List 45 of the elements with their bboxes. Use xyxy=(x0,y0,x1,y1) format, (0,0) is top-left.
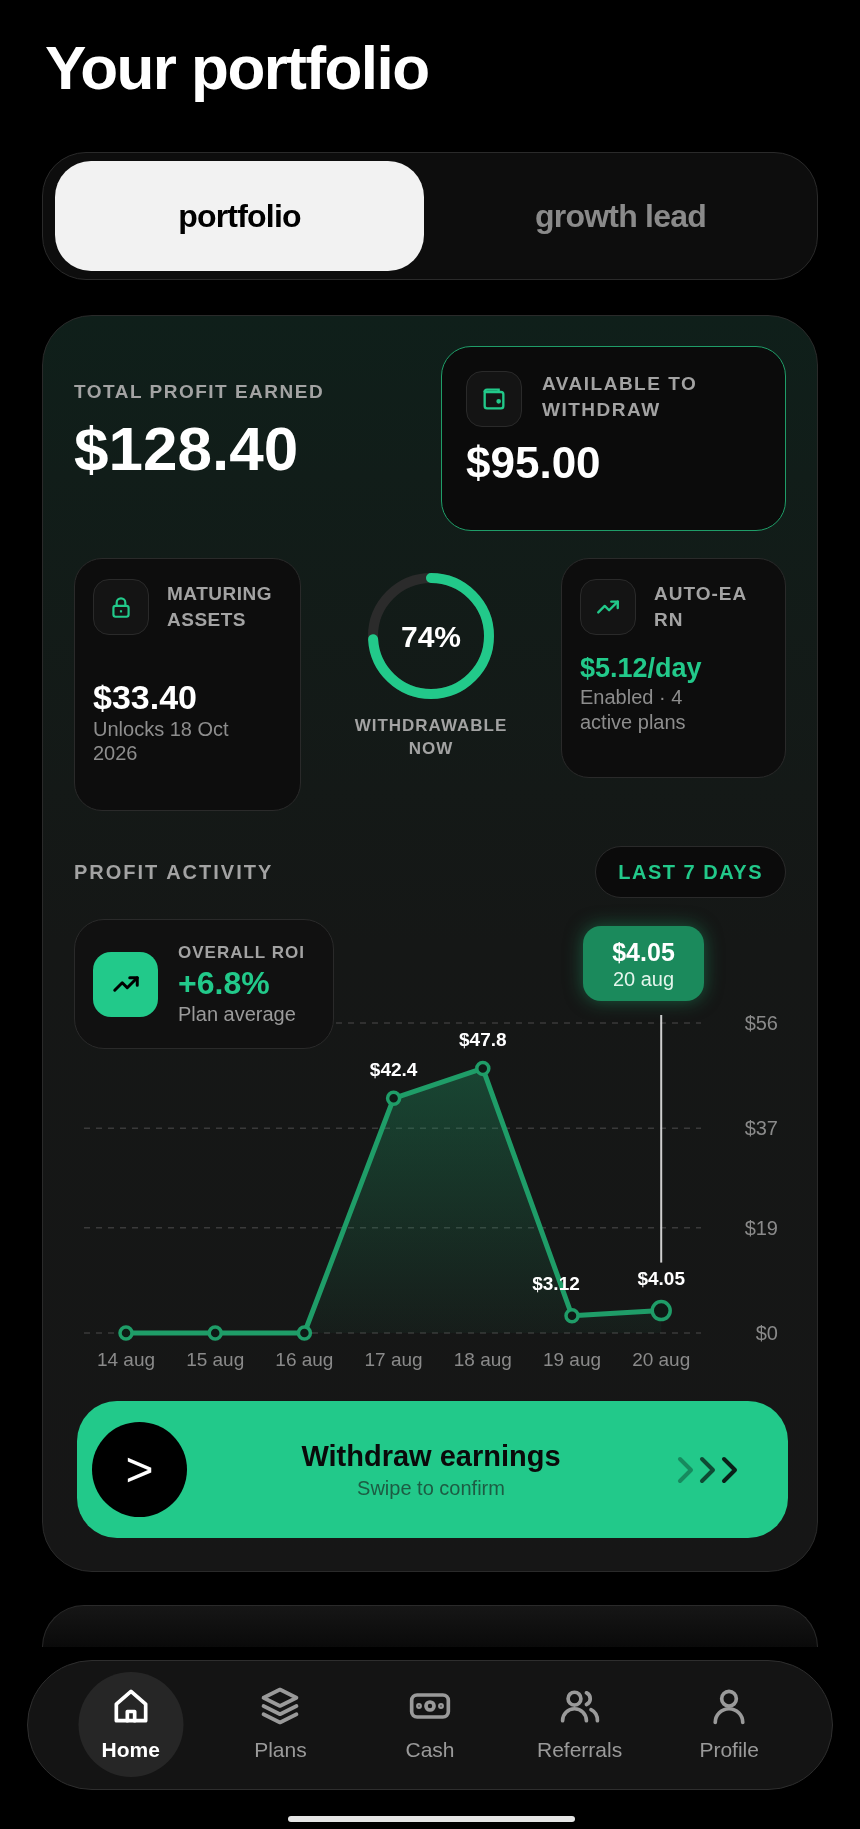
axis-label: 18 aug xyxy=(453,1349,512,1370)
ring-label: WITHDRAWABLE NOW xyxy=(353,715,509,760)
axis-label: 16 aug xyxy=(275,1349,334,1370)
tab[interactable]: growth lead xyxy=(436,161,805,271)
total-amount: $128.40 xyxy=(74,412,300,485)
tooltip-value: $4.05 xyxy=(612,936,675,967)
ring-percent: 74% xyxy=(400,618,461,655)
axis-label: 15 aug xyxy=(186,1349,245,1370)
tooltip-date: 20 aug xyxy=(612,966,675,991)
axis-label: $0 xyxy=(755,1322,778,1344)
value-label: $47.8 xyxy=(459,1029,507,1051)
auto-earn-label: AUTO-EARN xyxy=(654,582,749,632)
value-label: $4.05 xyxy=(637,1267,685,1289)
nav-item[interactable]: Cash xyxy=(355,1672,505,1778)
slider-hint: Swipe to confirm xyxy=(357,1475,505,1501)
tab[interactable]: portfolio xyxy=(55,161,424,271)
available-label: AVAILABLE TO WITHDRAW xyxy=(542,372,699,422)
maturing-amount: $33.40 xyxy=(93,677,198,717)
axis-label: 20 aug xyxy=(632,1349,691,1370)
nav-item[interactable]: Plans xyxy=(205,1672,356,1778)
unlock-date: Unlocks 18 Oct 2026 xyxy=(93,717,230,765)
slider-handle[interactable]: > xyxy=(92,1422,187,1517)
axis-label: $37 xyxy=(744,1117,778,1140)
value-label: $3.12 xyxy=(532,1272,580,1294)
nav-item[interactable]: Referrals xyxy=(504,1672,655,1778)
roi-label: OVERALL ROI xyxy=(178,942,305,964)
section-title: PROFIT ACTIVITY xyxy=(74,860,274,885)
daily-rate: $5.12/day xyxy=(580,652,703,685)
auto-earn-status: Enabled · 4 active plans xyxy=(580,685,687,735)
available-amount: $95.00 xyxy=(466,437,602,489)
swipe-slider[interactable]: > Withdraw earnings Swipe to confirm xyxy=(77,1401,788,1538)
range-button[interactable]: LAST 7 DAYS xyxy=(595,846,786,898)
axis-label: $19 xyxy=(744,1216,778,1239)
maturing-label: MATURING ASSETS xyxy=(167,582,273,632)
value-label: $42.4 xyxy=(369,1059,418,1081)
slider-title: Withdraw earnings xyxy=(301,1438,561,1474)
axis-label: 17 aug xyxy=(364,1349,423,1370)
nav-item[interactable]: Profile xyxy=(654,1672,804,1778)
axis-label: 14 aug xyxy=(96,1349,156,1370)
page-title: Your portfolio xyxy=(45,32,429,104)
axis-label: $56 xyxy=(744,1012,778,1034)
axis-label: 19 aug xyxy=(542,1349,602,1370)
total-label: TOTAL PROFIT EARNED xyxy=(74,380,326,404)
roi-value: +6.8% xyxy=(178,964,271,1002)
roi-note: Plan average xyxy=(178,1002,297,1026)
